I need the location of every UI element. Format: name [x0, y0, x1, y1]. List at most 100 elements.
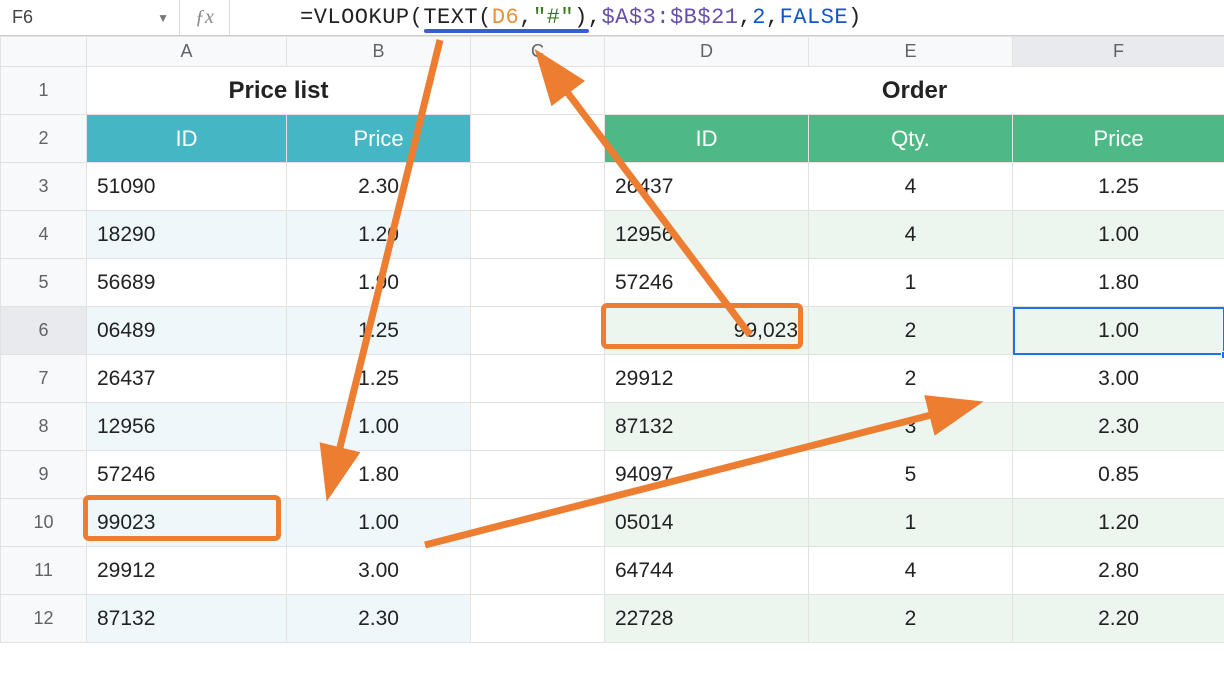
cell-D5[interactable]: 57246 [605, 259, 809, 307]
cell-A11[interactable]: 29912 [87, 547, 287, 595]
cell-D10[interactable]: 05014 [605, 499, 809, 547]
cell-E5[interactable]: 1 [809, 259, 1013, 307]
hdr-qty[interactable]: Qty. [809, 115, 1013, 163]
cell-A10[interactable]: 99023 [87, 499, 287, 547]
cell-C11[interactable] [471, 547, 605, 595]
spreadsheet-grid[interactable]: A B C D E F 1 Price list Order 2 ID Pric… [0, 36, 1224, 643]
formula-input[interactable]: =VLOOKUP(TEXT(D6,"#"),$A$3:$B$21,2,FALSE… [230, 0, 1224, 35]
cell-C9[interactable] [471, 451, 605, 499]
fx-icon[interactable]: ƒx [180, 0, 230, 35]
cell-E7[interactable]: 2 [809, 355, 1013, 403]
cell-A4[interactable]: 18290 [87, 211, 287, 259]
cell-C7[interactable] [471, 355, 605, 403]
row-header-8[interactable]: 8 [1, 403, 87, 451]
cell-B7[interactable]: 1.25 [287, 355, 471, 403]
cell-F8[interactable]: 2.30 [1013, 403, 1224, 451]
cell-A6[interactable]: 06489 [87, 307, 287, 355]
row-header-7[interactable]: 7 [1, 355, 87, 403]
cell-C6[interactable] [471, 307, 605, 355]
cell-E9[interactable]: 5 [809, 451, 1013, 499]
cell-F3[interactable]: 1.25 [1013, 163, 1224, 211]
row-header-5[interactable]: 5 [1, 259, 87, 307]
row-header-6[interactable]: 6 [1, 307, 87, 355]
cell-B6[interactable]: 1.25 [287, 307, 471, 355]
chevron-down-icon[interactable]: ▼ [157, 11, 169, 25]
row-header-1[interactable]: 1 [1, 67, 87, 115]
cell-D3[interactable]: 26437 [605, 163, 809, 211]
cell[interactable] [471, 67, 605, 115]
row-header-10[interactable]: 10 [1, 499, 87, 547]
col-header-B[interactable]: B [287, 37, 471, 67]
table-row: 8129561.00 8713232.30 [1, 403, 1224, 451]
cell-C8[interactable] [471, 403, 605, 451]
cell-D4[interactable]: 12956 [605, 211, 809, 259]
cell-D6[interactable]: 99,023 [605, 307, 809, 355]
cell-B11[interactable]: 3.00 [287, 547, 471, 595]
table-row: 6064891.25 99,02321.00 [1, 307, 1224, 355]
cell-E11[interactable]: 4 [809, 547, 1013, 595]
cell[interactable] [471, 115, 605, 163]
cell-F5[interactable]: 1.80 [1013, 259, 1224, 307]
hdr-price-left[interactable]: Price [287, 115, 471, 163]
cell-D12[interactable]: 22728 [605, 595, 809, 643]
table-row: 10990231.00 0501411.20 [1, 499, 1224, 547]
cell-B12[interactable]: 2.30 [287, 595, 471, 643]
row-header-4[interactable]: 4 [1, 211, 87, 259]
cell-F10[interactable]: 1.20 [1013, 499, 1224, 547]
cell-E10[interactable]: 1 [809, 499, 1013, 547]
col-header-E[interactable]: E [809, 37, 1013, 67]
row-header-9[interactable]: 9 [1, 451, 87, 499]
cell-C5[interactable] [471, 259, 605, 307]
cell-A9[interactable]: 57246 [87, 451, 287, 499]
cell-A7[interactable]: 26437 [87, 355, 287, 403]
table-row: 12871322.30 2272822.20 [1, 595, 1224, 643]
title-order[interactable]: Order [605, 67, 1224, 115]
cell-A5[interactable]: 56689 [87, 259, 287, 307]
cell-C10[interactable] [471, 499, 605, 547]
cell-D9[interactable]: 94097 [605, 451, 809, 499]
hdr-price-right[interactable]: Price [1013, 115, 1224, 163]
cell-B9[interactable]: 1.80 [287, 451, 471, 499]
hdr-id-right[interactable]: ID [605, 115, 809, 163]
cell-C12[interactable] [471, 595, 605, 643]
cell-B10[interactable]: 1.00 [287, 499, 471, 547]
cell-E8[interactable]: 3 [809, 403, 1013, 451]
cell-B4[interactable]: 1.20 [287, 211, 471, 259]
cell-F6[interactable]: 1.00 [1013, 307, 1224, 355]
select-all-corner[interactable] [1, 37, 87, 67]
col-header-D[interactable]: D [605, 37, 809, 67]
cell-B5[interactable]: 1.90 [287, 259, 471, 307]
table-row: 3510902.30 2643741.25 [1, 163, 1224, 211]
cell-F4[interactable]: 1.00 [1013, 211, 1224, 259]
cell-E3[interactable]: 4 [809, 163, 1013, 211]
cell-D11[interactable]: 64744 [605, 547, 809, 595]
row-header-11[interactable]: 11 [1, 547, 87, 595]
formula-highlight-underline [424, 29, 589, 33]
name-box[interactable]: F6 ▼ [0, 0, 180, 35]
cell-C3[interactable] [471, 163, 605, 211]
cell-A8[interactable]: 12956 [87, 403, 287, 451]
row-header-3[interactable]: 3 [1, 163, 87, 211]
table-row: 5566891.90 5724611.80 [1, 259, 1224, 307]
cell-D8[interactable]: 87132 [605, 403, 809, 451]
cell-A12[interactable]: 87132 [87, 595, 287, 643]
col-header-C[interactable]: C [471, 37, 605, 67]
cell-B8[interactable]: 1.00 [287, 403, 471, 451]
cell-C4[interactable] [471, 211, 605, 259]
row-header-12[interactable]: 12 [1, 595, 87, 643]
col-header-A[interactable]: A [87, 37, 287, 67]
cell-F12[interactable]: 2.20 [1013, 595, 1224, 643]
cell-D7[interactable]: 29912 [605, 355, 809, 403]
cell-A3[interactable]: 51090 [87, 163, 287, 211]
cell-F11[interactable]: 2.80 [1013, 547, 1224, 595]
hdr-id-left[interactable]: ID [87, 115, 287, 163]
row-header-2[interactable]: 2 [1, 115, 87, 163]
cell-F7[interactable]: 3.00 [1013, 355, 1224, 403]
cell-F9[interactable]: 0.85 [1013, 451, 1224, 499]
cell-E4[interactable]: 4 [809, 211, 1013, 259]
title-price-list[interactable]: Price list [87, 67, 471, 115]
cell-B3[interactable]: 2.30 [287, 163, 471, 211]
cell-E12[interactable]: 2 [809, 595, 1013, 643]
cell-E6[interactable]: 2 [809, 307, 1013, 355]
col-header-F[interactable]: F [1013, 37, 1224, 67]
